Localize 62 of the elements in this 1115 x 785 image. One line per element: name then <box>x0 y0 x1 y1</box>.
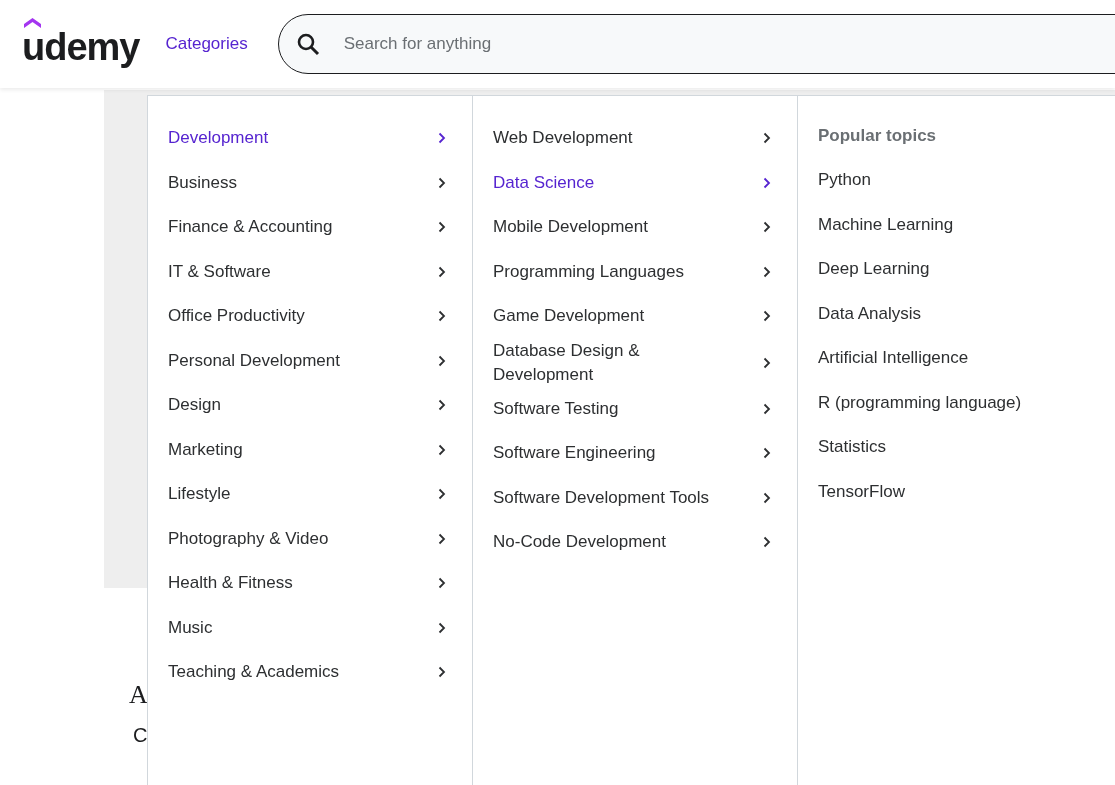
subcategory-item[interactable]: Programming Languages <box>473 249 797 294</box>
chevron-right-icon <box>438 488 446 501</box>
chevron-right-icon <box>763 356 771 369</box>
subcategory-item[interactable]: Software Development Tools <box>473 475 797 520</box>
section-heading: A <box>129 680 148 710</box>
chevron-right-icon <box>763 221 771 234</box>
chevron-right-icon <box>763 402 771 415</box>
subcategory-item[interactable]: No-Code Development <box>473 520 797 565</box>
category-item[interactable]: Music <box>148 605 472 650</box>
topic-link[interactable]: Python <box>798 158 1115 203</box>
subcategory-item[interactable]: Game Development <box>473 294 797 339</box>
search-icon <box>295 32 320 56</box>
subcategory-item[interactable]: Database Design & Development <box>473 338 797 387</box>
logo[interactable]: udemy <box>22 22 140 66</box>
topic-link[interactable]: Data Analysis <box>798 291 1115 336</box>
chevron-right-icon <box>438 354 446 367</box>
category-item[interactable]: Health & Fitness <box>148 561 472 606</box>
topic-link[interactable]: Machine Learning <box>798 202 1115 247</box>
subcategory-item[interactable]: Software Testing <box>473 386 797 431</box>
category-item[interactable]: Photography & Video <box>148 516 472 561</box>
topic-link[interactable]: Deep Learning <box>798 247 1115 292</box>
chevron-right-icon <box>438 443 446 456</box>
category-item[interactable]: Design <box>148 383 472 428</box>
category-item[interactable]: Teaching & Academics <box>148 650 472 695</box>
chevron-right-icon <box>438 577 446 590</box>
subcategory-item[interactable]: Mobile Development <box>473 205 797 250</box>
topic-link[interactable]: Artificial Intelligence <box>798 336 1115 381</box>
chevron-right-icon <box>438 265 446 278</box>
category-item[interactable]: Finance & Accounting <box>148 205 472 250</box>
section-subheading: C <box>133 724 148 747</box>
topic-link[interactable]: Statistics <box>798 425 1115 470</box>
chevron-right-icon <box>763 176 771 189</box>
chevron-right-icon <box>763 536 771 549</box>
subcategory-item[interactable]: Software Engineering <box>473 431 797 476</box>
chevron-right-icon <box>763 447 771 460</box>
chevron-right-icon <box>763 491 771 504</box>
chevron-right-icon <box>438 666 446 679</box>
topic-link[interactable]: R (programming language) <box>798 380 1115 425</box>
chevron-right-icon <box>438 621 446 634</box>
search-field[interactable]: Search for anything <box>277 14 1115 74</box>
chevron-right-icon <box>763 132 771 145</box>
chevron-right-icon <box>438 310 446 323</box>
category-item[interactable]: IT & Software <box>148 249 472 294</box>
chevron-right-icon <box>438 221 446 234</box>
category-item[interactable]: Office Productivity <box>148 294 472 339</box>
category-item[interactable]: Marketing <box>148 427 472 472</box>
categories-link[interactable]: Categories <box>165 34 248 54</box>
category-item[interactable]: Lifestyle <box>148 472 472 517</box>
chevron-right-icon <box>438 532 446 545</box>
subcategory-item[interactable]: Web Development <box>473 116 797 161</box>
logo-hat-icon <box>24 18 41 28</box>
category-item[interactable]: Business <box>148 160 472 205</box>
chevron-right-icon <box>763 265 771 278</box>
chevron-right-icon <box>438 176 446 189</box>
category-item[interactable]: Development <box>148 116 472 161</box>
chevron-right-icon <box>438 132 446 145</box>
category-item[interactable]: Personal Development <box>148 338 472 383</box>
popular-topics-title: Popular topics <box>817 125 938 147</box>
topic-link[interactable]: TensorFlow <box>798 469 1115 514</box>
chevron-right-icon <box>763 310 771 323</box>
subcategory-item[interactable]: Data Science <box>473 160 797 205</box>
chevron-right-icon <box>438 399 446 412</box>
